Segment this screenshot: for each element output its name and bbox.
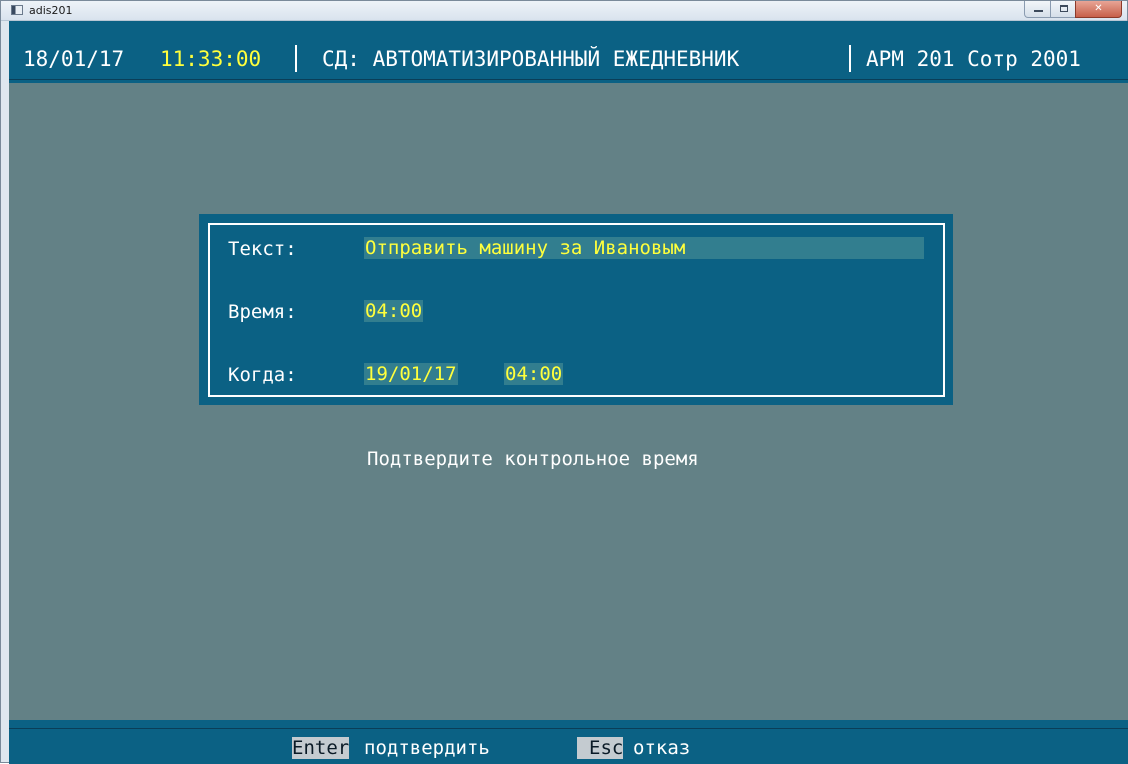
when-time-field[interactable]: 04:00 [504, 363, 564, 385]
when-label: Когда: [228, 364, 297, 386]
esc-key-button[interactable]: Esc [577, 737, 624, 759]
text-label: Текст: [228, 238, 297, 260]
console-screen: 18/01/17 11:33:00 СД: АВТОМАТИЗИРОВАННЫЙ… [9, 21, 1128, 764]
confirm-message: Подтвердите контрольное время [367, 448, 699, 470]
footer-bar: Enter подтвердить Esc отказ [9, 720, 1128, 764]
close-icon: ✕ [1094, 3, 1103, 14]
header-divider [295, 45, 297, 72]
header-bar: 18/01/17 11:33:00 СД: АВТОМАТИЗИРОВАННЫЙ… [9, 21, 1128, 83]
header-workstation: АРМ 201 Сотр 2001 [866, 47, 1081, 71]
time-label: Время: [228, 301, 297, 323]
when-date-field[interactable]: 19/01/17 [364, 363, 458, 385]
header-underline [9, 79, 1128, 80]
window-title: adis201 [29, 4, 73, 17]
minimize-icon [1034, 10, 1043, 12]
header-time: 11:33:00 [160, 47, 262, 71]
header-app-title: СД: АВТОМАТИЗИРОВАННЫЙ ЕЖЕДНЕВНИК [322, 47, 740, 71]
header-date: 18/01/17 [23, 47, 125, 71]
terminal-window: adis201 ✕ 18/01/17 11:33:00 СД: АВТОМАТИ… [0, 0, 1128, 764]
time-field[interactable]: 04:00 [364, 300, 424, 322]
maximize-button[interactable] [1050, 1, 1076, 18]
header-divider [849, 45, 851, 72]
esc-key-label: отказ [633, 737, 691, 759]
maximize-icon [1060, 5, 1068, 12]
app-icon [11, 5, 23, 15]
close-button[interactable]: ✕ [1075, 1, 1122, 18]
text-field[interactable]: Отправить машину за Ивановым [364, 237, 924, 259]
footer-topline [9, 728, 1128, 729]
enter-key-label: подтвердить [364, 737, 490, 759]
title-bar[interactable]: adis201 ✕ [1, 1, 1127, 21]
enter-key-button[interactable]: Enter [292, 737, 350, 759]
minimize-button[interactable] [1024, 1, 1051, 18]
